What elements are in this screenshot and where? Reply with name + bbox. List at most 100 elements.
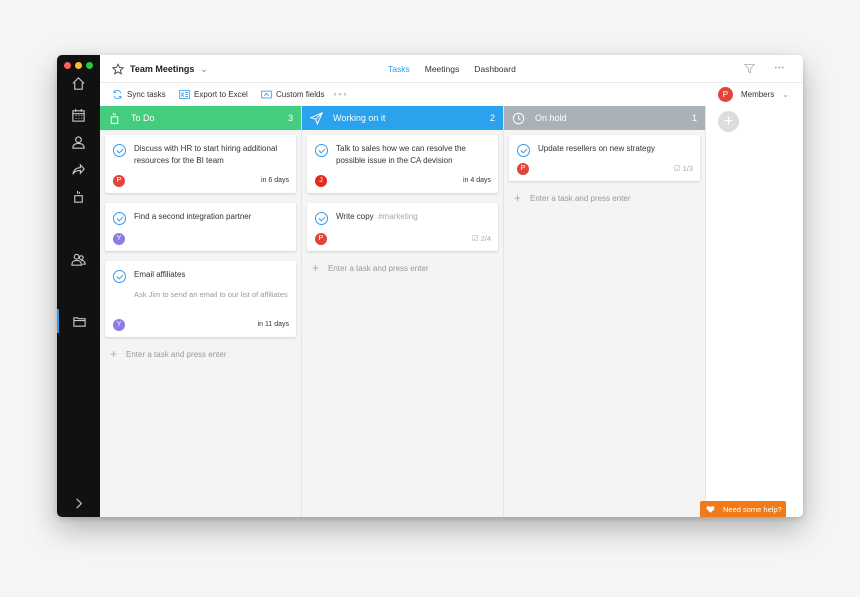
- column-count: 1: [691, 113, 697, 123]
- more-tools-icon[interactable]: ∘∘∘: [332, 90, 347, 99]
- plus-icon: +: [312, 261, 320, 275]
- checkbox-icon: ☑: [673, 164, 681, 173]
- close-window-button[interactable]: [64, 62, 71, 69]
- sync-tasks-button[interactable]: Sync tasks: [112, 89, 166, 100]
- tab-tasks[interactable]: Tasks: [388, 64, 410, 74]
- task-check-icon[interactable]: [113, 212, 126, 225]
- main-area: Team Meetings ⌄ Tasks Meetings Dashboard…: [100, 55, 803, 517]
- column-header[interactable]: On hold 1: [504, 106, 705, 130]
- excel-icon: [179, 89, 190, 100]
- column-onhold: On hold 1 Update resellers on new strate…: [504, 106, 706, 517]
- add-task-input[interactable]: + Enter a task and press enter: [110, 347, 301, 361]
- more-options-icon[interactable]: •••: [775, 65, 785, 74]
- clock-icon: [512, 112, 525, 124]
- add-task-input[interactable]: + Enter a task and press enter: [514, 191, 705, 205]
- team-icon[interactable]: [57, 247, 100, 271]
- chevron-right-icon[interactable]: [57, 491, 100, 515]
- column-header[interactable]: To Do 3: [100, 106, 301, 130]
- column-todo: To Do 3 Discuss with HR to start hiring …: [100, 106, 302, 517]
- task-card[interactable]: Email affiliates Ask Jim to send an emai…: [105, 261, 296, 337]
- folder-icon[interactable]: [57, 309, 100, 333]
- tab-meetings[interactable]: Meetings: [425, 64, 460, 74]
- custom-fields-icon: [261, 90, 272, 99]
- column-header[interactable]: Working on it 2: [302, 106, 503, 130]
- task-title: Discuss with HR to start hiring addition…: [134, 144, 278, 165]
- view-tabs: Tasks Meetings Dashboard: [388, 64, 516, 74]
- avatar[interactable]: P: [315, 232, 327, 245]
- task-tag[interactable]: #marketing: [378, 212, 418, 221]
- add-task-placeholder: Enter a task and press enter: [530, 193, 631, 203]
- avatar[interactable]: Y: [113, 232, 125, 245]
- maximize-window-button[interactable]: [86, 62, 93, 69]
- subtask-count: ☑ 2/4: [472, 234, 491, 243]
- due-date: in 6 days: [260, 177, 289, 184]
- task-description: Ask Jim to send an email to our list of …: [134, 290, 288, 299]
- help-button[interactable]: Need some help?: [700, 501, 786, 517]
- task-check-icon[interactable]: [315, 144, 328, 157]
- column-title: Working on it: [333, 113, 386, 123]
- help-label: Need some help?: [723, 504, 782, 514]
- export-excel-button[interactable]: Export to Excel: [179, 89, 248, 100]
- sync-icon: [113, 90, 122, 99]
- custom-fields-label: Custom fields: [276, 90, 325, 99]
- task-check-icon[interactable]: [315, 212, 328, 225]
- custom-fields-button[interactable]: Custom fields ∘∘∘: [261, 89, 348, 100]
- task-title: Update resellers on new strategy: [538, 144, 655, 153]
- left-nav: [57, 55, 100, 517]
- app-window: Team Meetings ⌄ Tasks Meetings Dashboard…: [57, 55, 803, 517]
- members-dropdown[interactable]: P Members ⌄: [717, 87, 789, 102]
- top-bar: Team Meetings ⌄ Tasks Meetings Dashboard…: [100, 55, 803, 83]
- subtask-count: ☑ 1/3: [674, 164, 693, 173]
- task-check-icon[interactable]: [113, 144, 126, 157]
- avatar[interactable]: Y: [113, 318, 125, 331]
- column-title: On hold: [535, 113, 567, 123]
- chevron-down-icon: ⌄: [782, 90, 789, 99]
- task-check-icon[interactable]: [113, 270, 126, 283]
- export-excel-label: Export to Excel: [194, 90, 248, 99]
- subtask-value: 2/4: [480, 234, 491, 243]
- add-task-input[interactable]: + Enter a task and press enter: [312, 261, 503, 275]
- plus-icon: +: [514, 191, 522, 205]
- task-card[interactable]: Talk to sales how we can resolve the pos…: [307, 135, 498, 193]
- home-icon[interactable]: [57, 71, 100, 95]
- tab-dashboard[interactable]: Dashboard: [474, 64, 516, 74]
- avatar[interactable]: P: [113, 174, 125, 187]
- task-card[interactable]: Update resellers on new strategy P ☑ 1/3: [509, 135, 700, 181]
- plus-icon: +: [110, 347, 118, 361]
- column-title: To Do: [131, 113, 155, 123]
- add-column-button[interactable]: +: [718, 111, 739, 132]
- task-check-icon[interactable]: [517, 144, 530, 157]
- user-icon[interactable]: [57, 130, 100, 154]
- task-title: Find a second integration partner: [134, 212, 252, 221]
- add-task-placeholder: Enter a task and press enter: [328, 263, 429, 273]
- heart-icon: [706, 505, 715, 513]
- task-card[interactable]: Find a second integration partner Y: [105, 203, 296, 251]
- minimize-window-button[interactable]: [75, 62, 82, 69]
- chevron-down-icon[interactable]: ⌄: [200, 64, 208, 75]
- task-title: Email affiliates: [134, 270, 186, 279]
- share-icon[interactable]: [57, 157, 100, 181]
- new-column-area: +: [707, 106, 803, 517]
- task-card[interactable]: Write copy #marketing P ☑ 2/4: [307, 203, 498, 251]
- column-count: 2: [489, 113, 495, 123]
- coffee-icon[interactable]: [57, 185, 100, 209]
- avatar[interactable]: P: [517, 162, 529, 175]
- filter-icon[interactable]: [743, 63, 755, 74]
- window-controls: [64, 62, 93, 69]
- task-card[interactable]: Discuss with HR to start hiring addition…: [105, 135, 296, 193]
- coffee-icon: [110, 112, 119, 124]
- top-actions: •••: [743, 63, 785, 74]
- star-icon[interactable]: [112, 63, 124, 75]
- toolbar: Sync tasks Export to Excel Custom fields…: [100, 83, 803, 106]
- sync-tasks-label: Sync tasks: [127, 90, 166, 99]
- project-selector[interactable]: Team Meetings ⌄: [112, 63, 208, 75]
- avatar[interactable]: J: [315, 174, 327, 187]
- calendar-icon[interactable]: [57, 103, 100, 127]
- task-title: Talk to sales how we can resolve the pos…: [336, 144, 466, 165]
- kanban-board: To Do 3 Discuss with HR to start hiring …: [100, 106, 706, 517]
- members-label: Members: [740, 90, 775, 99]
- project-title: Team Meetings: [130, 64, 195, 74]
- add-task-placeholder: Enter a task and press enter: [126, 349, 227, 359]
- checkbox-icon: ☑: [471, 234, 479, 243]
- send-icon: [310, 111, 323, 125]
